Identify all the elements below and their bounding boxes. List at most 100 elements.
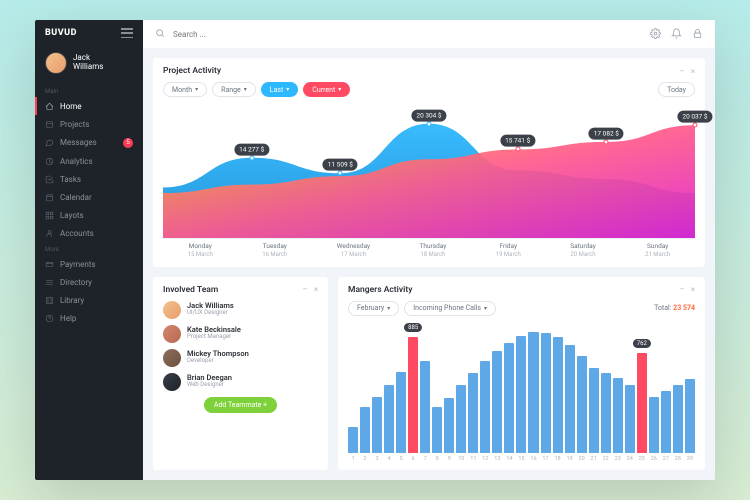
sidebar-item-layots[interactable]: Layots [35, 206, 143, 224]
add-teammate-button[interactable]: Add Teammate + [204, 397, 277, 413]
bar [541, 333, 551, 453]
layouts-icon [45, 211, 54, 220]
bar [444, 398, 454, 453]
x-tick: Wednesday17 March [337, 243, 370, 259]
projects-icon [45, 120, 54, 129]
gear-icon[interactable] [650, 28, 661, 41]
filter-managers-metric[interactable]: Incoming Phone Calls▾ [404, 301, 496, 316]
bar [601, 373, 611, 453]
x-tick: 17 [541, 456, 551, 462]
x-tick: 18 [553, 456, 563, 462]
x-tick: 14 [504, 456, 514, 462]
bar [480, 361, 490, 453]
x-tick: 25 [637, 456, 647, 462]
bar [649, 397, 659, 454]
messages-icon [45, 138, 54, 147]
analytics-icon [45, 157, 54, 166]
chart-tooltip: 14 277 $ [234, 143, 269, 155]
sidebar-item-messages[interactable]: Messages5 [35, 133, 143, 152]
chevron-down-icon: ▾ [195, 86, 198, 93]
filter-last[interactable]: Last▾ [261, 82, 299, 97]
card-title: Project Activity [163, 66, 221, 76]
sidebar-item-accounts[interactable]: Accounts [35, 224, 143, 242]
x-tick: 6 [408, 456, 418, 462]
close-icon[interactable]: × [691, 285, 695, 294]
bar [348, 427, 358, 453]
sidebar-item-help[interactable]: Help [35, 309, 143, 327]
minimize-icon[interactable]: – [302, 285, 307, 294]
close-icon[interactable]: × [691, 67, 695, 76]
x-tick: 19 [565, 456, 575, 462]
bar [577, 356, 587, 453]
filter-managers-month[interactable]: February▾ [348, 301, 399, 316]
sidebar-item-tasks[interactable]: Tasks [35, 170, 143, 188]
activity-chart: 14 277 $11 509 $20 304 $15 741 $17 082 $… [163, 103, 695, 238]
calendar-icon [45, 193, 54, 202]
avatar [45, 52, 67, 74]
x-tick: 13 [492, 456, 502, 462]
minimize-icon[interactable]: – [679, 285, 684, 294]
filter-today[interactable]: Today [658, 82, 695, 97]
sidebar-item-library[interactable]: Library [35, 291, 143, 309]
x-tick: 15 [516, 456, 526, 462]
team-member[interactable]: Brian DeeganWeb Designer [163, 373, 318, 391]
bar [384, 385, 394, 453]
bar [468, 373, 478, 453]
minimize-icon[interactable]: – [679, 67, 684, 76]
chevron-down-icon: ▾ [286, 86, 289, 93]
lock-icon[interactable] [692, 28, 703, 41]
accounts-icon [45, 229, 54, 238]
menu-toggle-icon[interactable] [121, 28, 133, 38]
x-tick: 10 [456, 456, 466, 462]
payments-icon [45, 260, 54, 269]
card-title: Involved Team [163, 285, 218, 295]
filter-month[interactable]: Month▾ [163, 82, 207, 97]
user-profile[interactable]: JackWilliams [35, 46, 143, 84]
x-tick: 9 [444, 456, 454, 462]
library-icon [45, 296, 54, 305]
directory-icon [45, 278, 54, 287]
bell-icon[interactable] [671, 28, 682, 41]
sidebar-item-analytics[interactable]: Analytics [35, 152, 143, 170]
sidebar-item-home[interactable]: Home [35, 97, 143, 115]
chart-tooltip: 15 741 $ [500, 135, 535, 147]
bar: 762 [637, 353, 647, 453]
bar [528, 332, 538, 453]
card-title: Mangers Activity [348, 285, 412, 295]
bar [589, 368, 599, 453]
bar [360, 407, 370, 453]
team-member[interactable]: Mickey ThompsonDeveloper [163, 349, 318, 367]
bar [553, 337, 563, 453]
team-member[interactable]: Jack WilliamsUI/UX Designer [163, 301, 318, 319]
sidebar-item-calendar[interactable]: Calendar [35, 188, 143, 206]
brand-logo: BUVUD [45, 28, 77, 38]
avatar [163, 301, 181, 319]
avatar [163, 325, 181, 343]
filter-current[interactable]: Current▾ [303, 82, 350, 97]
chart-tooltip: 20 304 $ [411, 109, 446, 121]
close-icon[interactable]: × [314, 285, 318, 294]
search-icon [155, 28, 165, 40]
x-tick: Friday19 March [496, 243, 521, 259]
x-tick: Saturday20 March [570, 243, 595, 259]
filter-range[interactable]: Range▾ [212, 82, 256, 97]
sidebar-item-projects[interactable]: Projects [35, 115, 143, 133]
managers-activity-card: Mangers Activity –× February▾ Incoming P… [338, 277, 705, 470]
chart-tooltip: 11 509 $ [323, 159, 358, 171]
x-tick: 28 [673, 456, 683, 462]
sidebar-item-directory[interactable]: Directory [35, 273, 143, 291]
x-tick: 24 [625, 456, 635, 462]
search-input[interactable] [173, 30, 642, 39]
x-tick: 26 [649, 456, 659, 462]
chevron-down-icon: ▾ [338, 86, 341, 93]
x-tick: 4 [384, 456, 394, 462]
sidebar-item-payments[interactable]: Payments [35, 255, 143, 273]
home-icon [45, 102, 54, 111]
x-tick: Thursday18 March [420, 243, 447, 259]
bar [625, 385, 635, 453]
bar [420, 361, 430, 453]
bar [565, 345, 575, 453]
team-member[interactable]: Kate BeckinsaleProject Manager [163, 325, 318, 343]
bar [432, 407, 442, 453]
bar [661, 391, 671, 453]
